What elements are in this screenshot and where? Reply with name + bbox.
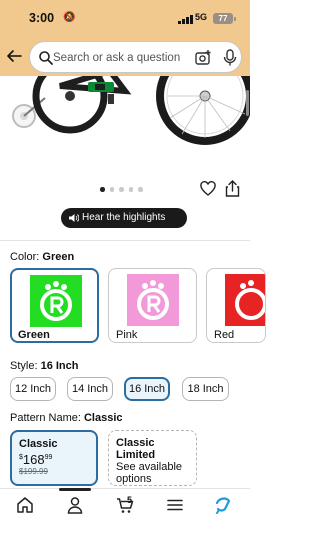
menu-icon[interactable] <box>166 496 184 514</box>
speaker-icon <box>69 214 79 222</box>
red-swatch-logo <box>225 274 265 326</box>
style-label: Style: <box>10 360 38 372</box>
scroll-indicator <box>246 90 249 116</box>
cart-count: 5 <box>127 495 133 505</box>
pink-swatch-logo <box>127 274 179 326</box>
hear-highlights-button[interactable]: Hear the highlights 1:36 <box>61 208 187 243</box>
color-option-label: Pink <box>116 329 138 341</box>
account-icon[interactable] <box>66 496 84 514</box>
pattern-option-name: Classic Limited <box>116 437 156 461</box>
pattern-label: Pattern Name: <box>10 412 81 424</box>
style-selected-value: 16 Inch <box>40 360 79 372</box>
microphone-icon[interactable] <box>223 49 237 67</box>
size-option-18[interactable]: 18 Inch <box>182 377 229 401</box>
network-type: 5G <box>195 12 208 22</box>
pager-dot[interactable] <box>100 187 105 192</box>
search-bar[interactable]: Search or ask a question <box>29 41 242 73</box>
color-option-pink[interactable]: Pink <box>108 268 197 343</box>
rufus-assistant-icon[interactable] <box>214 496 232 514</box>
header-bar: 3:00 🔕 5G 77 Search or ask a question <box>0 0 250 76</box>
bike-image <box>12 76 250 145</box>
battery-icon: 77 <box>213 13 236 24</box>
style-heading: Style: 16 Inch <box>10 360 78 372</box>
size-option-12[interactable]: 12 Inch <box>10 377 56 401</box>
pattern-option-price: $16899 <box>19 452 89 467</box>
heart-icon[interactable] <box>200 181 216 197</box>
pattern-option-classic[interactable]: Classic $16899 $199.99 <box>10 430 98 486</box>
color-selected-value: Green <box>42 251 75 263</box>
pattern-option-classic-limited[interactable]: Classic Limited See available options <box>108 430 197 486</box>
color-option-label: Red <box>214 329 235 341</box>
back-arrow-icon[interactable] <box>6 48 22 64</box>
color-option-green[interactable]: Green <box>10 268 99 343</box>
color-option-red[interactable]: Red <box>206 268 266 343</box>
bell-muted-icon: 🔕 <box>63 12 76 23</box>
size-option-14[interactable]: 14 Inch <box>67 377 113 401</box>
color-option-label: Green <box>18 329 50 341</box>
pattern-selected-value: Classic <box>83 412 123 424</box>
signal-icon <box>178 14 193 24</box>
image-pager-dots[interactable] <box>100 187 143 192</box>
color-label: Color: <box>10 251 40 263</box>
green-swatch-logo <box>30 275 82 327</box>
divider <box>0 240 250 241</box>
product-image[interactable] <box>0 76 250 176</box>
status-time: 3:00 <box>29 11 55 25</box>
camera-search-icon[interactable] <box>194 49 212 67</box>
pager-dot[interactable] <box>119 187 124 192</box>
size-option-16[interactable]: 16 Inch <box>124 377 170 401</box>
search-placeholder[interactable]: Search or ask a question <box>53 52 180 64</box>
home-icon[interactable] <box>16 496 34 514</box>
pattern-heading: Pattern Name: Classic <box>10 412 123 424</box>
battery-level: 77 <box>218 14 228 23</box>
pager-dot[interactable] <box>138 187 143 192</box>
price-fraction: 99 <box>44 454 53 461</box>
color-heading: Color: Green <box>10 251 74 263</box>
pager-dot[interactable] <box>128 187 133 192</box>
active-tab-indicator <box>59 488 91 491</box>
list-price: $199.99 <box>19 467 48 476</box>
hear-highlights-label[interactable]: Hear the highlights 1:36 <box>82 212 165 243</box>
search-icon <box>39 51 53 65</box>
price-whole: 168 <box>22 452 45 467</box>
status-bar: 3:00 🔕 5G 77 <box>0 0 250 36</box>
share-icon[interactable] <box>225 180 240 197</box>
pager-dot[interactable] <box>109 187 114 192</box>
pattern-option-note: See available options <box>116 461 183 485</box>
pattern-option-name: Classic <box>19 438 58 450</box>
